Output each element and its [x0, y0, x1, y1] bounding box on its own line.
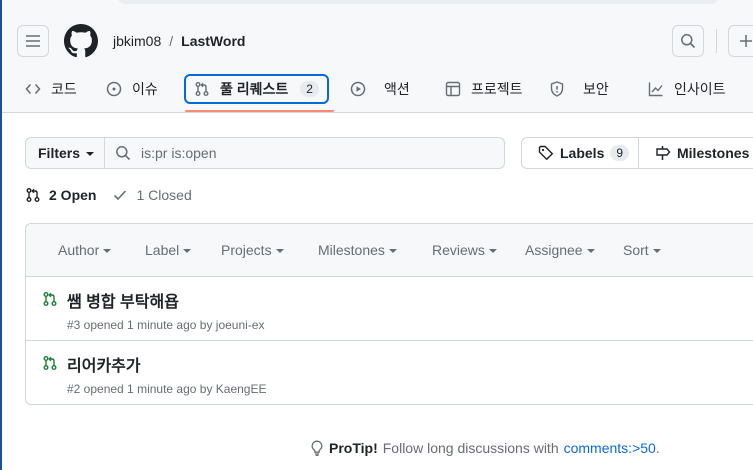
header-divider	[716, 29, 717, 53]
repo-name-link[interactable]: LastWord	[181, 33, 245, 49]
open-pull-request-icon	[42, 291, 58, 310]
check-icon	[114, 190, 127, 201]
chevron-down-icon	[103, 249, 112, 253]
pr-list-header: Author Label Projects Milestones Reviews…	[26, 224, 753, 277]
milestone-icon	[656, 146, 671, 160]
tab-label: 코드	[51, 81, 77, 97]
tab-code[interactable]: 코드	[17, 74, 85, 104]
tab-projects[interactable]: 프로젝트	[437, 74, 531, 104]
chevron-down-icon	[388, 249, 397, 253]
chevron-down-icon	[652, 249, 661, 253]
repo-owner-link[interactable]: jbkim08	[113, 33, 161, 49]
milestones-filter-label: Milestones	[318, 242, 385, 258]
tab-label: 풀 리퀘스트	[220, 81, 289, 97]
projects-filter[interactable]: Projects	[221, 242, 284, 258]
plus-icon	[740, 35, 752, 47]
label-filter[interactable]: Label	[145, 242, 192, 258]
closed-pr-filter[interactable]: 1 Closed	[112, 187, 192, 203]
closed-count-label: 1 Closed	[136, 187, 192, 203]
filters-label: Filters	[38, 145, 81, 161]
sort-filter-label: Sort	[623, 242, 649, 258]
milestones-filter[interactable]: Milestones	[318, 242, 397, 258]
github-logo[interactable]	[64, 24, 98, 58]
search-icon	[681, 34, 696, 49]
reviews-filter[interactable]: Reviews	[432, 242, 497, 258]
open-count-label: 2 Open	[49, 187, 97, 203]
labels-button[interactable]: Labels 9	[521, 137, 639, 169]
chevron-down-icon	[586, 249, 595, 253]
open-pull-request-icon	[42, 355, 58, 374]
protip: ProTip! Follow long discussions with com…	[310, 440, 660, 456]
menu-button[interactable]	[17, 25, 49, 57]
pr-state-toggle: 2 Open 1 Closed	[25, 187, 192, 203]
address-bar[interactable]	[118, 0, 718, 4]
reviews-filter-label: Reviews	[432, 242, 485, 258]
author-filter[interactable]: Author	[58, 242, 112, 258]
pull-request-icon	[195, 82, 209, 96]
open-pr-filter[interactable]: 2 Open	[25, 187, 96, 203]
issue-icon	[106, 81, 122, 97]
label-filter-label: Label	[145, 242, 180, 258]
projects-filter-label: Projects	[221, 242, 272, 258]
pr-list: Author Label Projects Milestones Reviews…	[25, 223, 753, 405]
assignee-filter-label: Assignee	[525, 242, 583, 258]
code-icon	[25, 84, 41, 94]
chevron-down-icon	[275, 249, 284, 253]
search-button[interactable]	[672, 25, 704, 57]
tag-icon	[538, 145, 554, 161]
protip-link[interactable]: comments:>50	[564, 440, 656, 456]
pr-title-link[interactable]: 쌤 병합 부탁해욥	[67, 288, 179, 312]
graph-icon	[648, 82, 663, 97]
github-octocat-icon	[64, 24, 98, 58]
search-icon	[116, 146, 131, 161]
pr-row[interactable]: 리어카추가 #2 opened 1 minute ago by KaengEE	[26, 341, 753, 405]
milestones-label: Milestones	[677, 145, 750, 161]
tab-label: 프로젝트	[471, 81, 523, 97]
pr-title-link[interactable]: 리어카추가	[67, 352, 141, 376]
shield-icon	[550, 81, 564, 97]
protip-label: ProTip!	[329, 440, 378, 456]
tab-security[interactable]: 보안	[541, 74, 617, 104]
pull-request-icon	[26, 188, 40, 202]
author-filter-label: Author	[58, 242, 100, 258]
tab-label: 액션	[384, 81, 410, 97]
chevron-down-icon	[488, 249, 497, 253]
pr-search-input[interactable]	[141, 145, 481, 161]
labels-label: Labels	[560, 145, 605, 161]
browser-top-strip	[0, 0, 753, 8]
tab-insights[interactable]: 인사이트	[640, 74, 734, 104]
window-edge	[0, 0, 2, 470]
milestones-button[interactable]: Milestones	[638, 137, 753, 169]
play-icon	[350, 81, 366, 97]
tab-label: 이슈	[132, 81, 158, 97]
repo-header: jbkim08 / LastWord 코드 이슈 풀 리퀘스트 2 액션 프로젝…	[0, 8, 753, 113]
tab-issues[interactable]: 이슈	[98, 74, 166, 104]
labels-count-badge: 9	[610, 145, 630, 161]
breadcrumb-separator: /	[169, 33, 174, 49]
filters-dropdown-button[interactable]: Filters	[25, 137, 105, 169]
hamburger-icon	[26, 35, 40, 47]
pull-request-count-badge: 2	[300, 81, 319, 97]
tab-label: 인사이트	[674, 81, 726, 97]
sort-filter[interactable]: Sort	[623, 242, 661, 258]
chevron-down-icon	[86, 152, 95, 156]
tab-label: 보안	[583, 81, 609, 97]
breadcrumb: jbkim08 / LastWord	[113, 33, 245, 49]
light-bulb-icon	[311, 440, 323, 456]
pr-meta: #3 opened 1 minute ago by joeuni-ex	[67, 318, 265, 332]
tab-pull-requests[interactable]: 풀 리퀘스트 2	[184, 74, 329, 104]
tab-actions[interactable]: 액션	[342, 74, 418, 104]
create-new-button[interactable]	[728, 25, 753, 57]
table-icon	[445, 81, 461, 97]
pr-row[interactable]: 쌤 병합 부탁해욥 #3 opened 1 minute ago by joeu…	[26, 277, 753, 341]
chevron-down-icon	[183, 249, 192, 253]
repo-nav-tabs: 코드 이슈 풀 리퀘스트 2 액션 프로젝트 보안 인사이트	[0, 74, 753, 112]
assignee-filter[interactable]: Assignee	[525, 242, 595, 258]
protip-period: .	[655, 440, 660, 456]
selected-tab-underline	[185, 110, 334, 112]
pr-meta: #2 opened 1 minute ago by KaengEE	[67, 382, 267, 396]
pr-search-field[interactable]	[104, 137, 505, 169]
protip-text: Follow long discussions with	[382, 440, 559, 456]
